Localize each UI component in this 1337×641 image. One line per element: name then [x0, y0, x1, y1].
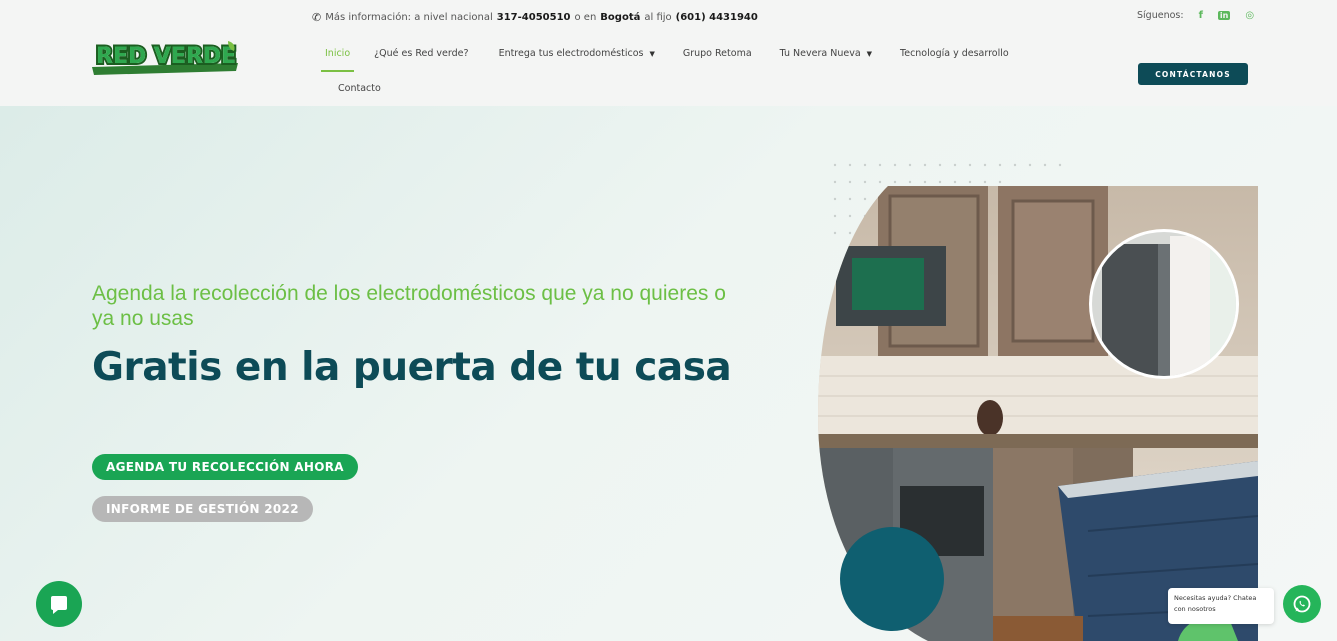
- contact-button[interactable]: CONTÁCTANOS: [1138, 63, 1248, 85]
- hero-subtitle: Agenda la recolección de los electrodomé…: [92, 282, 726, 330]
- kitchen-photo: [818, 186, 1258, 641]
- schedule-pickup-button[interactable]: AGENDA TU RECOLECCIÓN AHORA: [92, 454, 358, 480]
- nav-item-label: Tu Nevera Nueva: [779, 48, 861, 59]
- nav-item-tu-nevera[interactable]: Tu Nevera Nueva ▼: [780, 48, 872, 59]
- management-report-button[interactable]: INFORME DE GESTIÓN 2022: [92, 496, 313, 522]
- caret-down-icon: ▼: [866, 49, 873, 58]
- nav-item-entrega[interactable]: Entrega tus electrodomésticos ▼: [499, 48, 655, 59]
- nav-item-inicio[interactable]: Inicio: [320, 48, 355, 72]
- bubble-line-1: Necesitas ayuda? Chatea: [1174, 594, 1257, 602]
- nav-item-grupo-retoma[interactable]: Grupo Retoma: [683, 48, 752, 59]
- nav-item-contacto[interactable]: Contacto: [338, 83, 381, 94]
- fixed-phone[interactable]: (601) 4431940: [676, 12, 758, 23]
- nav-item-tecnologia[interactable]: Tecnología y desarrollo: [900, 48, 1009, 59]
- bubble-line-2: con nosotros: [1174, 605, 1216, 613]
- nav-item-label: Entrega tus electrodomésticos: [498, 48, 644, 59]
- page: RED VERDE RED VERDE ✆ Más información: a…: [0, 0, 1337, 641]
- facebook-icon[interactable]: f: [1199, 10, 1203, 21]
- linkedin-icon[interactable]: in: [1217, 11, 1231, 20]
- nav-item-que-es[interactable]: ¿Qué es Red verde?: [374, 48, 468, 59]
- city-name: Bogotá: [600, 12, 641, 23]
- whatsapp-button[interactable]: [1283, 585, 1321, 623]
- info-middle: o en: [574, 12, 597, 23]
- instagram-icon[interactable]: ◎: [1245, 10, 1254, 21]
- svg-text:RED VERDE: RED VERDE: [96, 44, 236, 69]
- nav-item-label: Inicio: [325, 48, 351, 59]
- hero-title: Gratis en la puerta de tu casa: [92, 345, 732, 390]
- fixed-label: al fijo: [644, 12, 672, 23]
- social-links: Síguenos: f in ◎: [1137, 10, 1254, 21]
- main-nav: Inicio ¿Qué es Red verde? Entrega tus el…: [320, 48, 1009, 72]
- chat-icon: [51, 596, 67, 614]
- phone-icon: ✆: [312, 11, 322, 24]
- nav-item-label: ¿Qué es Red verde?: [374, 48, 469, 59]
- whatsapp-icon: [1293, 595, 1311, 613]
- nav-item-label: Tecnología y desarrollo: [900, 48, 1009, 59]
- hero-section: Agenda la recolección de los electrodomé…: [0, 106, 1337, 641]
- red-verde-logo[interactable]: RED VERDE RED VERDE: [88, 37, 240, 77]
- social-label: Síguenos:: [1137, 10, 1184, 21]
- nav-item-label: Grupo Retoma: [682, 48, 752, 59]
- caret-down-icon: ▼: [649, 49, 655, 58]
- contact-info-bar: ✆ Más información: a nivel nacional 317-…: [312, 11, 758, 24]
- site-header: RED VERDE RED VERDE ✆ Más información: a…: [0, 0, 1337, 106]
- chat-button[interactable]: [36, 581, 82, 627]
- whatsapp-help-bubble[interactable]: Necesitas ayuda? Chatea con nosotros: [1168, 588, 1274, 624]
- national-phone[interactable]: 317-4050510: [497, 12, 571, 23]
- info-prefix: Más información: a nivel nacional: [325, 12, 493, 23]
